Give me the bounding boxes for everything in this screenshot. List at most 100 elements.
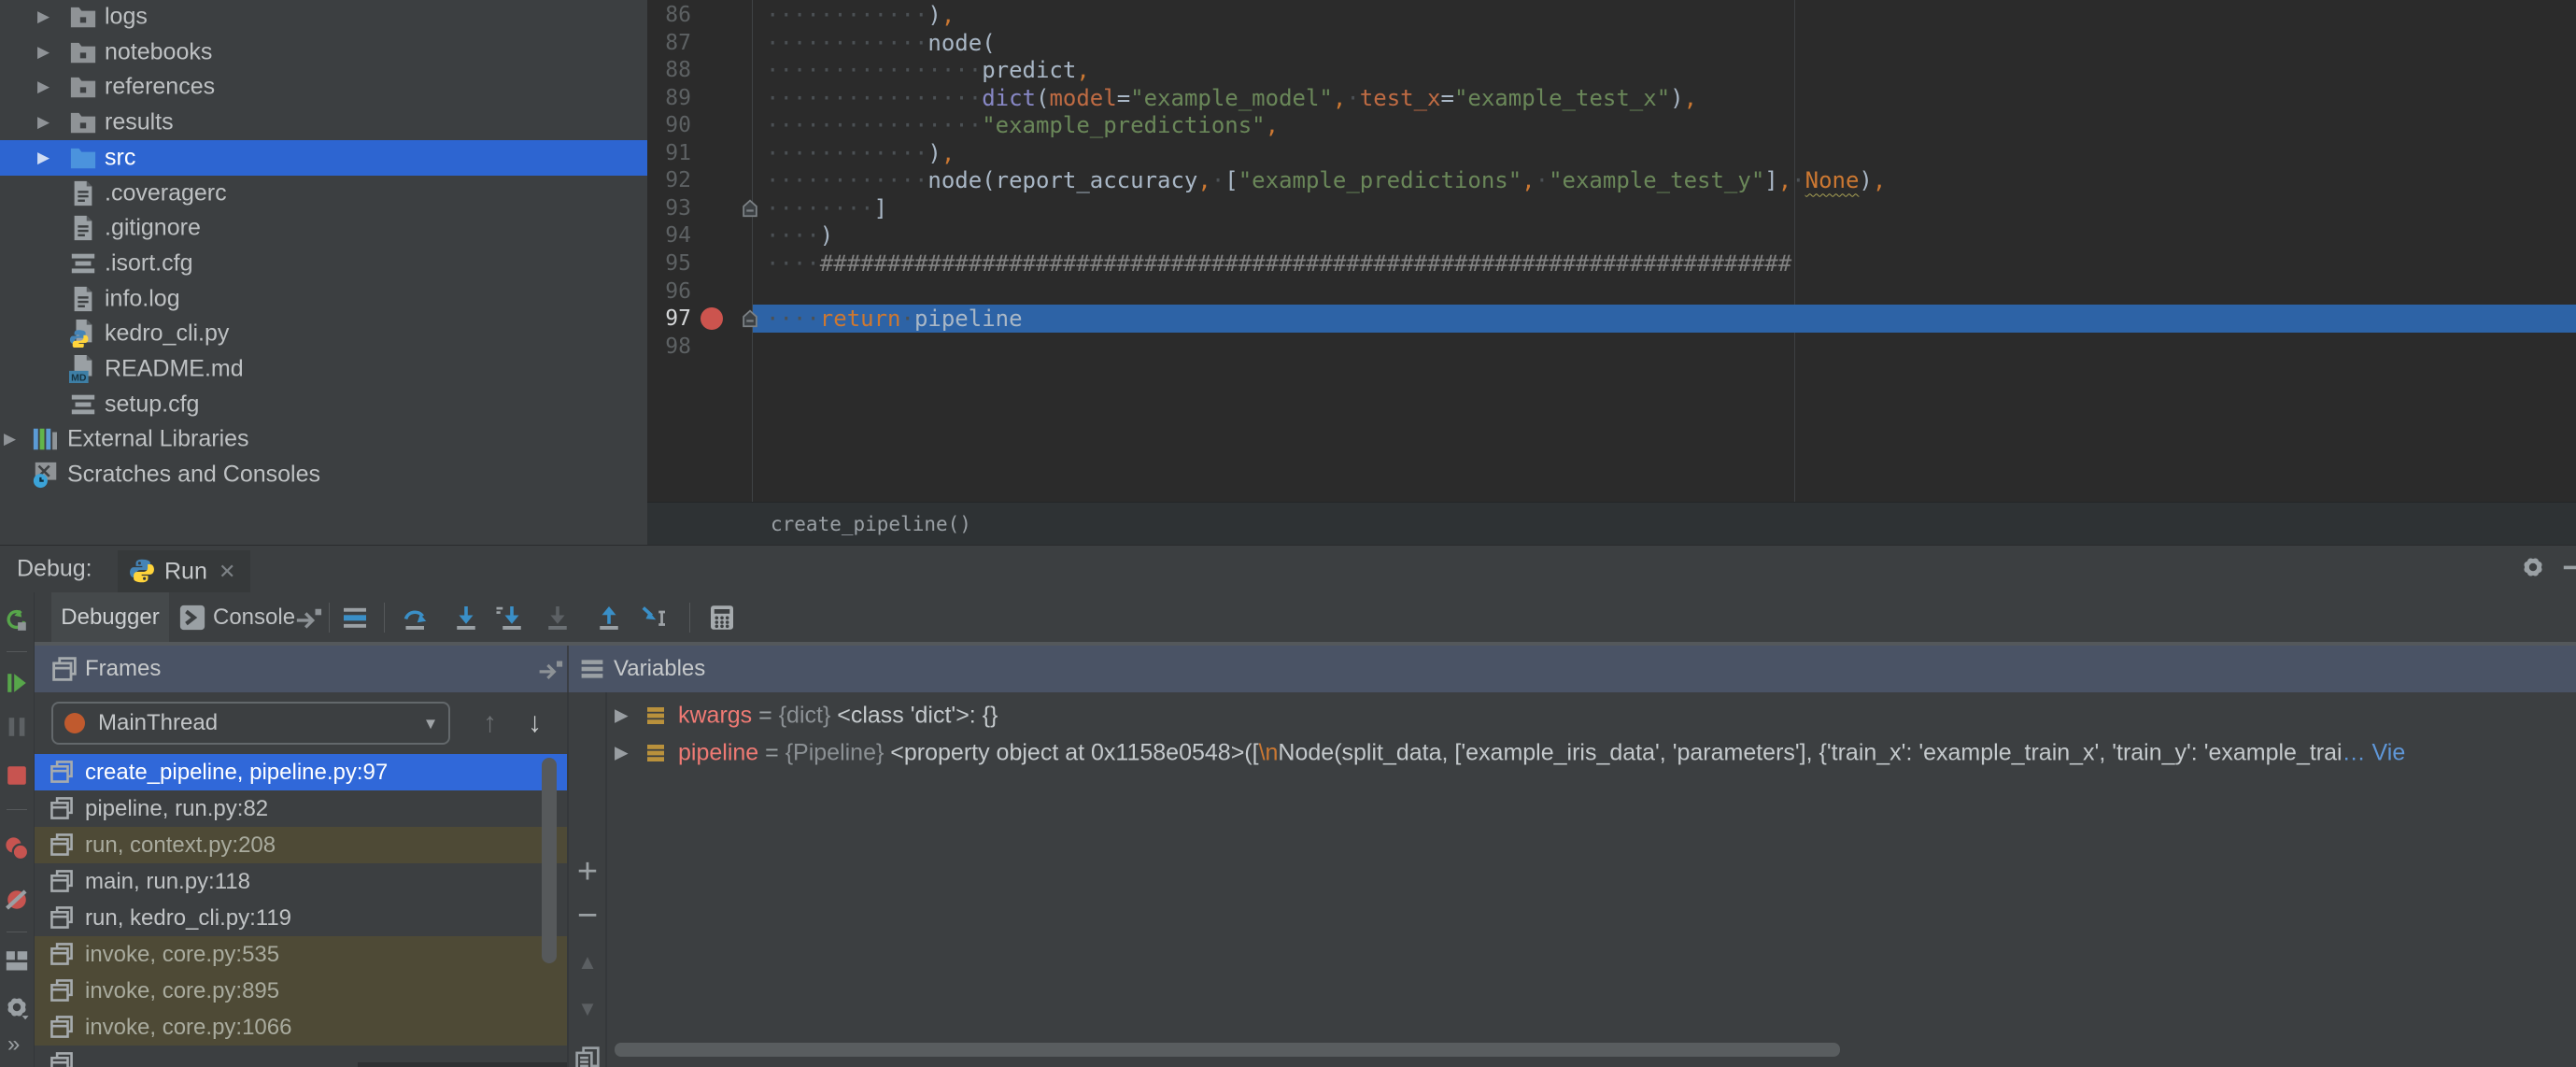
- frame-row[interactable]: run, kedro_cli.py:119: [35, 900, 567, 936]
- frames-toolbar: MainThread ▾ ↑ ↓: [35, 692, 567, 754]
- minimize-icon[interactable]: [2561, 554, 2576, 580]
- variables-header: Variables: [614, 656, 705, 682]
- expand-arrow-icon[interactable]: ▶: [37, 78, 50, 96]
- variables-panel[interactable]: ▶kwargs = {dict} <class 'dict'>: {}▶pipe…: [607, 692, 2576, 1067]
- code-line-89: ················dict(model="example_mode…: [766, 84, 1697, 112]
- expand-arrow-icon[interactable]: ▶: [615, 705, 629, 727]
- frame-row[interactable]: run, context.py:208: [35, 827, 567, 863]
- step-into-my-code-icon[interactable]: [495, 604, 523, 632]
- sidebar-item-results[interactable]: ▶results: [0, 105, 647, 140]
- frame-row[interactable]: invoke, core.py:895: [35, 973, 567, 1009]
- code-line-86: ············),: [766, 1, 955, 29]
- editor-context-strip: create_pipeline(): [647, 502, 2576, 546]
- evaluate-expression-icon[interactable]: [708, 604, 736, 632]
- variables-hscrollbar[interactable]: [615, 1043, 1840, 1057]
- sidebar-item--coveragerc[interactable]: .coveragerc: [0, 176, 647, 211]
- frames-icon: [51, 656, 78, 682]
- frames-list[interactable]: create_pipeline, pipeline.py:97 pipeline,…: [35, 754, 567, 1067]
- sidebar-item-kedro-cli-py[interactable]: kedro_cli.py: [0, 316, 647, 351]
- step-into-icon[interactable]: [452, 604, 480, 632]
- pycharm-debug-window: ▶logs▶notebooks▶references▶results▶src.c…: [0, 0, 2576, 1067]
- line-number: 96: [647, 277, 691, 306]
- sidebar-item-info-log[interactable]: info.log: [0, 281, 647, 317]
- sidebar-item-label: Scratches and Consoles: [67, 462, 320, 489]
- frame-label: main, run.py:118: [85, 869, 250, 895]
- mute-breakpoints-icon[interactable]: [4, 887, 30, 913]
- expand-arrow-icon[interactable]: ▶: [615, 743, 629, 764]
- stop-icon[interactable]: [4, 762, 30, 789]
- folder-icon: [69, 38, 97, 66]
- breakpoint-icon[interactable]: [701, 307, 723, 330]
- sidebar-item-scratches-and-consoles[interactable]: Scratches and Consoles: [0, 457, 647, 492]
- sidebar-item-external-libraries[interactable]: ▶External Libraries: [0, 421, 647, 457]
- frame-row[interactable]: pipeline, run.py:82: [35, 790, 567, 827]
- sidebar-item-references[interactable]: ▶references: [0, 69, 647, 105]
- fold-marker-icon[interactable]: [740, 198, 760, 219]
- frame-row[interactable]: create_pipeline, pipeline.py:97: [35, 754, 567, 790]
- sidebar-item-readme-md[interactable]: MDREADME.md: [0, 351, 647, 387]
- project-tree-panel[interactable]: ▶logs▶notebooks▶references▶results▶src.c…: [0, 0, 647, 545]
- frame-label: create_pipeline, pipeline.py:97: [85, 760, 388, 786]
- expand-arrow-icon[interactable]: ▶: [37, 149, 50, 167]
- code-line-93: ········]: [766, 194, 887, 222]
- code-line-90: ················"example_predictions",: [766, 111, 1279, 139]
- settings-gear-icon[interactable]: [4, 994, 30, 1020]
- sidebar-item-logs[interactable]: ▶logs: [0, 0, 647, 35]
- gear-icon[interactable]: [2520, 554, 2546, 580]
- tab-debugger[interactable]: Debugger: [51, 592, 169, 642]
- view-breakpoints-icon[interactable]: [4, 835, 30, 861]
- panel-divider: [567, 646, 569, 692]
- line-number: 89: [647, 84, 691, 112]
- run-to-cursor-icon[interactable]: [640, 604, 668, 632]
- rerun-debug-icon[interactable]: [4, 608, 30, 634]
- line-number: 97: [647, 305, 691, 333]
- tab-console[interactable]: Console: [213, 605, 295, 631]
- pause-icon[interactable]: [4, 714, 30, 740]
- frame-row[interactable]: invoke, core.py:1066: [35, 1009, 567, 1046]
- frame-row[interactable]: main, run.py:118: [35, 863, 567, 900]
- variable-row-pipeline[interactable]: ▶ pipeline = {Pipeline} <property object …: [607, 734, 2576, 772]
- sidebar-item-notebooks[interactable]: ▶notebooks: [0, 35, 647, 70]
- file-text-icon: [69, 285, 97, 313]
- code-editor[interactable]: 86············),87············node(88···…: [647, 0, 2576, 502]
- jump-to-icon[interactable]: [294, 605, 322, 633]
- frames-scrollbar[interactable]: [542, 758, 557, 963]
- step-over-icon[interactable]: [402, 604, 430, 632]
- sidebar-item-setup-cfg[interactable]: setup.cfg: [0, 387, 647, 422]
- remove-watch-icon[interactable]: −: [574, 905, 601, 932]
- more-chevrons-icon[interactable]: »: [7, 1031, 20, 1058]
- jump-to-icon[interactable]: [537, 658, 563, 684]
- frames-icon: [50, 942, 74, 966]
- variable-text: pipeline = {Pipeline} <property object a…: [678, 740, 2405, 767]
- expand-arrow-icon[interactable]: ▶: [37, 43, 50, 62]
- show-execution-point-icon[interactable]: [341, 604, 369, 632]
- file-md-icon: MD: [69, 355, 97, 383]
- fold-marker-icon[interactable]: [740, 308, 760, 329]
- sidebar-item-src[interactable]: ▶ src: [0, 140, 647, 176]
- step-out-icon[interactable]: [595, 604, 623, 632]
- close-icon[interactable]: ✕: [219, 560, 235, 584]
- debug-session-tab-run[interactable]: Run ✕: [118, 550, 250, 592]
- add-watch-icon[interactable]: +: [574, 859, 601, 885]
- expand-arrow-icon[interactable]: ▶: [37, 113, 50, 132]
- frames-icon: [50, 832, 74, 857]
- frames-hscrollbar[interactable]: [358, 1062, 567, 1067]
- frame-row[interactable]: invoke, core.py:535: [35, 936, 567, 973]
- duplicate-watch-icon[interactable]: [574, 1046, 601, 1067]
- sidebar-item-label: kedro_cli.py: [105, 320, 229, 348]
- thread-dropdown[interactable]: MainThread ▾: [51, 702, 450, 745]
- expand-arrow-icon[interactable]: ▶: [37, 7, 50, 26]
- sidebar-item--gitignore[interactable]: .gitignore: [0, 210, 647, 246]
- next-frame-icon[interactable]: ↓: [528, 707, 542, 739]
- code-line-94: ····): [766, 221, 833, 249]
- expand-arrow-icon[interactable]: ▶: [4, 430, 16, 448]
- frames-icon: [50, 1051, 74, 1067]
- python-logo-icon: [129, 558, 155, 584]
- resume-icon[interactable]: [4, 670, 30, 696]
- previous-frame-icon[interactable]: ↑: [483, 707, 497, 739]
- sidebar-item--isort-cfg[interactable]: .isort.cfg: [0, 246, 647, 281]
- line-number: 91: [647, 139, 691, 167]
- restore-layout-icon[interactable]: [4, 947, 30, 974]
- variable-row-kwargs[interactable]: ▶kwargs = {dict} <class 'dict'>: {}: [607, 697, 2576, 734]
- sidebar-item-label: src: [105, 144, 135, 171]
